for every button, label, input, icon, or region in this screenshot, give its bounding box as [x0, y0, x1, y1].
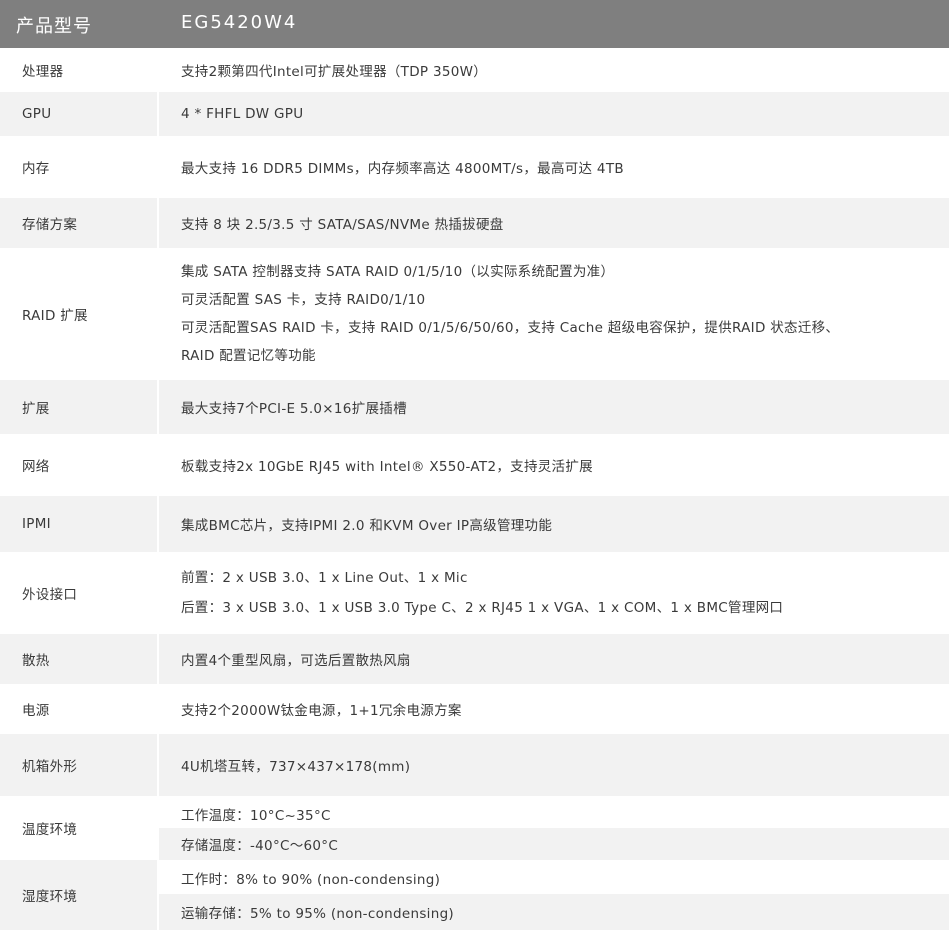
row-value: 集成BMC芯片，支持IPMI 2.0 和KVM Over IP高级管理功能: [159, 496, 949, 552]
row-value: 4 * FHFL DW GPU: [159, 92, 949, 136]
row-label: 湿度环境: [0, 860, 158, 930]
value-line: 集成 SATA 控制器支持 SATA RAID 0/1/5/10（以实际系统配置…: [181, 264, 615, 280]
table-row-raid: RAID 扩展 集成 SATA 控制器支持 SATA RAID 0/1/5/10…: [0, 248, 949, 380]
value-line: 后置：3 x USB 3.0、1 x USB 3.0 Type C、2 x RJ…: [181, 600, 784, 616]
value-line: 4 * FHFL DW GPU: [181, 106, 304, 122]
value-line: 4U机塔互转，737×437×178(mm): [181, 759, 411, 775]
row-value: 支持2颗第四代Intel可扩展处理器（TDP 350W）: [159, 48, 949, 92]
row-value: 最大支持 16 DDR5 DIMMs，内存频率高达 4800MT/s，最高可达 …: [159, 136, 949, 198]
row-label: 电源: [0, 684, 158, 734]
value-line: 工作温度：10°C~35°C: [181, 808, 331, 824]
header-label: 产品型号: [16, 16, 92, 37]
table-row-memory: 内存 最大支持 16 DDR5 DIMMs，内存频率高达 4800MT/s，最高…: [0, 136, 949, 198]
value-line: 板载支持2x 10GbE RJ45 with Intel® X550-AT2，支…: [181, 459, 593, 475]
model-number: EG5420W4: [181, 12, 298, 33]
table-row-expansion: 扩展 最大支持7个PCI-E 5.0×16扩展插槽: [0, 380, 949, 434]
row-label: IPMI: [0, 496, 158, 552]
row-label: 外设接口: [0, 552, 158, 634]
value-line: 可灵活配置SAS RAID 卡，支持 RAID 0/1/5/6/50/60，支持…: [181, 320, 840, 336]
row-label: 温度环境: [0, 796, 158, 860]
value-line: 存储温度：-40°C～60°C: [181, 838, 339, 854]
table-row-cpu: 处理器 支持2颗第四代Intel可扩展处理器（TDP 350W）: [0, 48, 949, 92]
row-value: 板载支持2x 10GbE RJ45 with Intel® X550-AT2，支…: [159, 434, 949, 496]
row-value: 集成 SATA 控制器支持 SATA RAID 0/1/5/10（以实际系统配置…: [159, 248, 949, 380]
row-label: 散热: [0, 634, 158, 684]
value-line: 工作时：8% to 90% (non-condensing): [181, 872, 441, 888]
table-header: 产品型号 EG5420W4: [0, 0, 949, 48]
table-row-ports: 外设接口 前置：2 x USB 3.0、1 x Line Out、1 x Mic…: [0, 552, 949, 634]
table-row-storage: 存储方案 支持 8 块 2.5/3.5 寸 SATA/SAS/NVMe 热插拔硬…: [0, 198, 949, 248]
sub-row: 工作温度：10°C~35°C: [159, 800, 949, 828]
table-row-chassis: 机箱外形 4U机塔互转，737×437×178(mm): [0, 734, 949, 796]
value-line: 最大支持7个PCI-E 5.0×16扩展插槽: [181, 401, 407, 417]
value-line: 运输存储：5% to 95% (non-condensing): [181, 906, 455, 922]
row-label: 内存: [0, 136, 158, 198]
row-label: RAID 扩展: [0, 248, 158, 380]
row-label: 机箱外形: [0, 734, 158, 796]
table-row-cooling: 散热 内置4个重型风扇，可选后置散热风扇: [0, 634, 949, 684]
table-row-ipmi: IPMI 集成BMC芯片，支持IPMI 2.0 和KVM Over IP高级管理…: [0, 496, 949, 552]
row-value: 内置4个重型风扇，可选后置散热风扇: [159, 634, 949, 684]
value-line: RAID 配置记忆等功能: [181, 348, 316, 364]
table-row-power: 电源 支持2个2000W钛金电源，1+1冗余电源方案: [0, 684, 949, 734]
value-line: 支持 8 块 2.5/3.5 寸 SATA/SAS/NVMe 热插拔硬盘: [181, 217, 504, 233]
row-value: 支持 8 块 2.5/3.5 寸 SATA/SAS/NVMe 热插拔硬盘: [159, 198, 949, 248]
row-label: 网络: [0, 434, 158, 496]
value-line: 内置4个重型风扇，可选后置散热风扇: [181, 653, 411, 669]
sub-row: 工作时：8% to 90% (non-condensing): [159, 862, 949, 894]
sub-row: 运输存储：5% to 95% (non-condensing): [159, 894, 949, 930]
row-value: 4U机塔互转，737×437×178(mm): [159, 734, 949, 796]
row-label: 扩展: [0, 380, 158, 434]
row-label: 处理器: [0, 48, 158, 92]
row-label: GPU: [0, 92, 158, 136]
value-line: 集成BMC芯片，支持IPMI 2.0 和KVM Over IP高级管理功能: [181, 518, 553, 534]
row-label: 存储方案: [0, 198, 158, 248]
value-line: 可灵活配置 SAS 卡，支持 RAID0/1/10: [181, 292, 426, 308]
value-line: 支持2颗第四代Intel可扩展处理器（TDP 350W）: [181, 64, 488, 80]
table-row-gpu: GPU 4 * FHFL DW GPU: [0, 92, 949, 136]
row-value: 最大支持7个PCI-E 5.0×16扩展插槽: [159, 380, 949, 434]
row-value: 前置：2 x USB 3.0、1 x Line Out、1 x Mic 后置：3…: [159, 552, 949, 634]
spec-table: 产品型号 EG5420W4 处理器 支持2颗第四代Intel可扩展处理器（TDP…: [0, 0, 949, 930]
value-line: 前置：2 x USB 3.0、1 x Line Out、1 x Mic: [181, 570, 468, 586]
value-line: 最大支持 16 DDR5 DIMMs，内存频率高达 4800MT/s，最高可达 …: [181, 161, 624, 177]
sub-row: 存储温度：-40°C～60°C: [159, 828, 949, 860]
row-value: 支持2个2000W钛金电源，1+1冗余电源方案: [159, 684, 949, 734]
table-row-network: 网络 板载支持2x 10GbE RJ45 with Intel® X550-AT…: [0, 434, 949, 496]
value-line: 支持2个2000W钛金电源，1+1冗余电源方案: [181, 703, 462, 719]
